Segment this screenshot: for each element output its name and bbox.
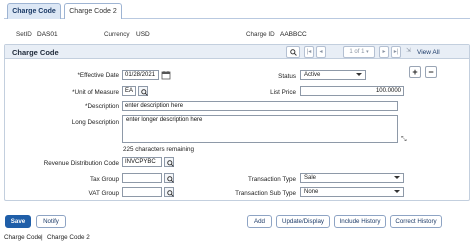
description-field[interactable]: enter description here [122, 101, 398, 111]
row-pager-text: 1 of 1 [349, 49, 365, 55]
rev-dist-lookup-button[interactable] [164, 157, 174, 167]
rev-dist-field[interactable]: INVCPYBC [122, 157, 162, 167]
setid-label: SetID [16, 31, 32, 38]
search-icon [289, 48, 297, 56]
add-row-button[interactable]: + [409, 66, 421, 78]
search-icon [166, 159, 174, 167]
save-button[interactable]: Save [5, 215, 31, 228]
notify-button[interactable]: Notify [36, 215, 66, 228]
last-row-button[interactable]: ▸| [391, 46, 401, 58]
add-button[interactable]: Add [247, 215, 272, 228]
next-row-button[interactable]: ▸ [379, 46, 389, 58]
footer-charge-code-2-link[interactable]: Charge Code 2 [47, 234, 90, 241]
status-select[interactable]: Active [300, 70, 366, 80]
delete-row-button[interactable]: − [425, 66, 437, 78]
chevron-down-icon [394, 190, 400, 193]
search-icon [166, 175, 174, 183]
txn-subtype-select[interactable]: None [300, 187, 404, 197]
status-label: Status [278, 73, 296, 80]
footer-separator: | [41, 234, 43, 241]
footer-charge-code: Charge Code [4, 234, 42, 241]
status-value: Active [304, 72, 321, 78]
long-description-label: Long Description [71, 119, 119, 126]
include-history-button[interactable]: Include History [334, 215, 386, 228]
calendar-icon[interactable] [161, 70, 171, 80]
effective-date-field[interactable]: 01/28/2021 [122, 70, 159, 80]
vat-group-lookup-button[interactable] [164, 187, 174, 197]
currency-value: USD [136, 31, 150, 38]
chevron-down-icon [356, 73, 362, 76]
row-selector[interactable]: 1 of 1 ▾ [343, 46, 375, 58]
txn-type-select[interactable]: Sale [300, 173, 404, 183]
txn-subtype-value: None [304, 189, 319, 195]
uom-lookup-button[interactable] [138, 86, 148, 96]
find-button[interactable] [286, 46, 300, 58]
list-price-field[interactable]: 100.0000 [300, 86, 404, 96]
effective-date-label: *Effective Date [77, 72, 119, 79]
characters-remaining: 225 characters remaining [123, 146, 195, 153]
setid-value: DAS01 [37, 31, 58, 38]
long-description-field[interactable]: enter longer description here [122, 115, 398, 143]
rev-dist-label: Revenue Distribution Code [43, 160, 119, 167]
chevron-down-icon: ▾ [366, 49, 369, 55]
currency-label: Currency [104, 31, 130, 38]
last-icon: ▸| [393, 49, 399, 55]
panel-title: Charge Code [12, 48, 59, 57]
description-label: *Description [85, 103, 119, 110]
uom-field[interactable]: EA [122, 86, 136, 96]
tab-charge-code[interactable]: Charge Code [7, 3, 61, 19]
search-icon [140, 88, 148, 96]
chevron-down-icon [394, 176, 400, 179]
prev-icon: ◂ [319, 49, 323, 55]
tax-group-lookup-button[interactable] [164, 173, 174, 183]
tab-charge-code-2[interactable]: Charge Code 2 [64, 3, 122, 19]
tax-group-label: Tax Group [89, 176, 119, 183]
txn-type-value: Sale [304, 175, 317, 181]
tax-group-field[interactable] [122, 173, 162, 183]
charge-id-label: Charge ID [246, 31, 275, 38]
next-icon: ▸ [382, 49, 386, 55]
panel-header: Charge Code |◂ ◂ 1 of 1 ▾ ▸ ▸| ⇲ View Al… [5, 45, 469, 59]
txn-type-label: Transaction Type [248, 176, 296, 183]
txn-subtype-label: Transaction Sub Type [235, 190, 296, 197]
charge-id-value: AABBCC [280, 31, 307, 38]
view-all-link[interactable]: View All [417, 49, 440, 56]
first-row-button[interactable]: |◂ [304, 46, 314, 58]
tab-bar: Charge Code Charge Code 2 [4, 3, 470, 19]
list-price-label: List Price [270, 89, 296, 96]
first-icon: |◂ [306, 49, 312, 55]
view-all-icon: ⇲ [406, 48, 412, 54]
uom-label: *Unit of Measure [72, 89, 119, 96]
correct-history-button[interactable]: Correct History [390, 215, 442, 228]
vat-group-field[interactable] [122, 187, 162, 197]
update-display-button[interactable]: Update/Display [276, 215, 330, 228]
search-icon [166, 189, 174, 197]
prev-row-button[interactable]: ◂ [316, 46, 326, 58]
expand-icon[interactable]: ⤡ [401, 136, 407, 144]
vat-group-label: VAT Group [88, 190, 119, 197]
